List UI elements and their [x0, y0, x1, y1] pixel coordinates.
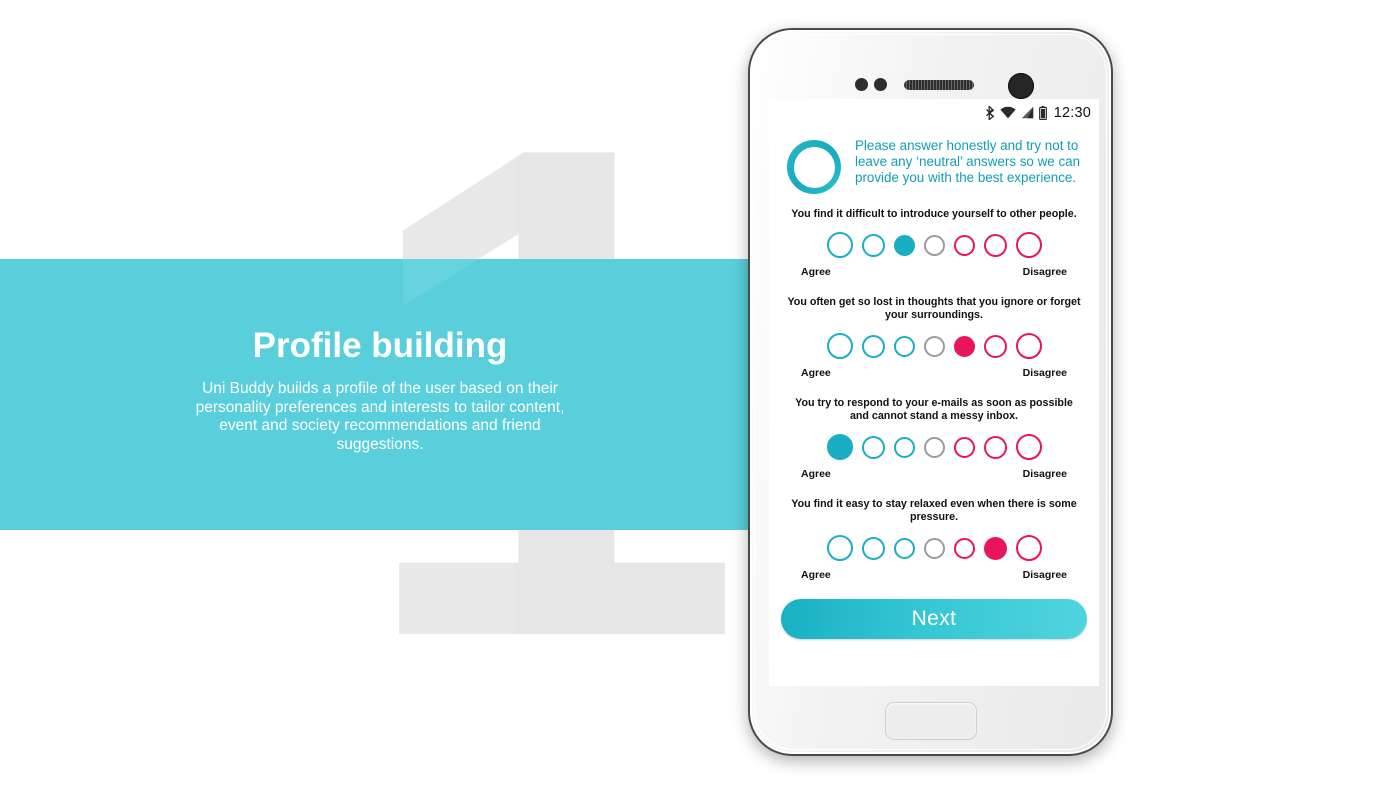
status-time: 12:30 [1053, 104, 1091, 121]
likert-option-2[interactable] [861, 435, 885, 459]
likert-option-7[interactable] [1015, 434, 1042, 460]
front-camera-icon [1008, 73, 1034, 99]
likert-option-7[interactable] [1015, 333, 1042, 359]
earpiece-speaker-icon [904, 80, 974, 90]
likert-option-3[interactable] [893, 537, 915, 559]
likert-option-4[interactable] [923, 335, 945, 357]
likert-scale-row [779, 329, 1089, 363]
status-bar: 12:30 [769, 99, 1099, 126]
battery-icon [1038, 105, 1047, 120]
likert-scale-row [779, 531, 1089, 565]
scale-labels: Agree Disagree [779, 468, 1089, 480]
question-text: You try to respond to your e-mails as so… [795, 397, 1073, 422]
likert-option-5[interactable] [953, 537, 975, 559]
likert-option-6[interactable] [983, 435, 1007, 459]
likert-option-3[interactable] [893, 436, 915, 458]
info-ring-icon [787, 140, 841, 194]
likert-option-4[interactable] [923, 436, 945, 458]
question-block: You often get so lost in thoughts that y… [779, 296, 1089, 379]
likert-option-1[interactable] [826, 232, 853, 258]
promo-text-block: Profile building Uni Buddy builds a prof… [180, 324, 580, 454]
agree-label: Agree [801, 266, 831, 278]
promo-description: Uni Buddy builds a profile of the user b… [195, 380, 565, 453]
question-text: You find it difficult to introduce yours… [791, 208, 1077, 220]
next-button-wrap: Next [769, 599, 1099, 639]
disagree-label: Disagree [1022, 367, 1067, 379]
likert-option-7[interactable] [1015, 232, 1042, 258]
disagree-label: Disagree [1022, 569, 1067, 581]
likert-option-4[interactable] [923, 234, 945, 256]
likert-option-1[interactable] [826, 535, 853, 561]
info-instruction-text: Please answer honestly and try not to le… [855, 138, 1081, 186]
wifi-icon [1000, 106, 1016, 119]
likert-option-5[interactable] [953, 436, 975, 458]
likert-option-5[interactable] [953, 234, 975, 256]
signal-icon [1021, 106, 1033, 119]
question-block: You try to respond to your e-mails as so… [779, 397, 1089, 480]
agree-label: Agree [801, 569, 831, 581]
phone-frame: 12:30 Please answer honestly and try not… [748, 28, 1113, 756]
likert-option-1[interactable] [826, 333, 853, 359]
disagree-label: Disagree [1022, 468, 1067, 480]
likert-option-5[interactable] [953, 335, 975, 357]
agree-label: Agree [801, 468, 831, 480]
disagree-label: Disagree [1022, 266, 1067, 278]
info-ring-hole [793, 146, 835, 188]
next-button[interactable]: Next [781, 599, 1087, 639]
likert-option-6[interactable] [983, 536, 1007, 560]
likert-option-3[interactable] [893, 234, 915, 256]
likert-scale-row [779, 228, 1089, 262]
likert-option-6[interactable] [983, 334, 1007, 358]
likert-option-6[interactable] [983, 233, 1007, 257]
light-sensor-icon [874, 78, 887, 91]
page-title: Profile building [252, 326, 508, 365]
agree-label: Agree [801, 367, 831, 379]
question-block: You find it easy to stay relaxed even wh… [779, 498, 1089, 581]
likert-option-2[interactable] [861, 233, 885, 257]
scale-labels: Agree Disagree [779, 569, 1089, 581]
question-text: You find it easy to stay relaxed even wh… [791, 498, 1077, 523]
home-button[interactable] [885, 702, 977, 740]
likert-option-3[interactable] [893, 335, 915, 357]
likert-option-7[interactable] [1015, 535, 1042, 561]
questions-list: You find it difficult to introduce yours… [769, 208, 1099, 581]
scale-labels: Agree Disagree [779, 266, 1089, 278]
scale-labels: Agree Disagree [779, 367, 1089, 379]
likert-scale-row [779, 430, 1089, 464]
promo-panel: 1 1 Profile building Uni Buddy builds a … [0, 0, 760, 788]
question-text: You often get so lost in thoughts that y… [787, 296, 1081, 321]
likert-option-4[interactable] [923, 537, 945, 559]
question-block: You find it difficult to introduce yours… [779, 208, 1089, 278]
likert-option-1[interactable] [826, 434, 853, 460]
phone-screen: 12:30 Please answer honestly and try not… [769, 99, 1099, 686]
info-header: Please answer honestly and try not to le… [769, 126, 1099, 194]
bluetooth-icon [985, 105, 994, 120]
phone-mockup: 12:30 Please answer honestly and try not… [748, 28, 1120, 758]
proximity-sensor-icon [855, 78, 868, 91]
likert-option-2[interactable] [861, 334, 885, 358]
likert-option-2[interactable] [861, 536, 885, 560]
